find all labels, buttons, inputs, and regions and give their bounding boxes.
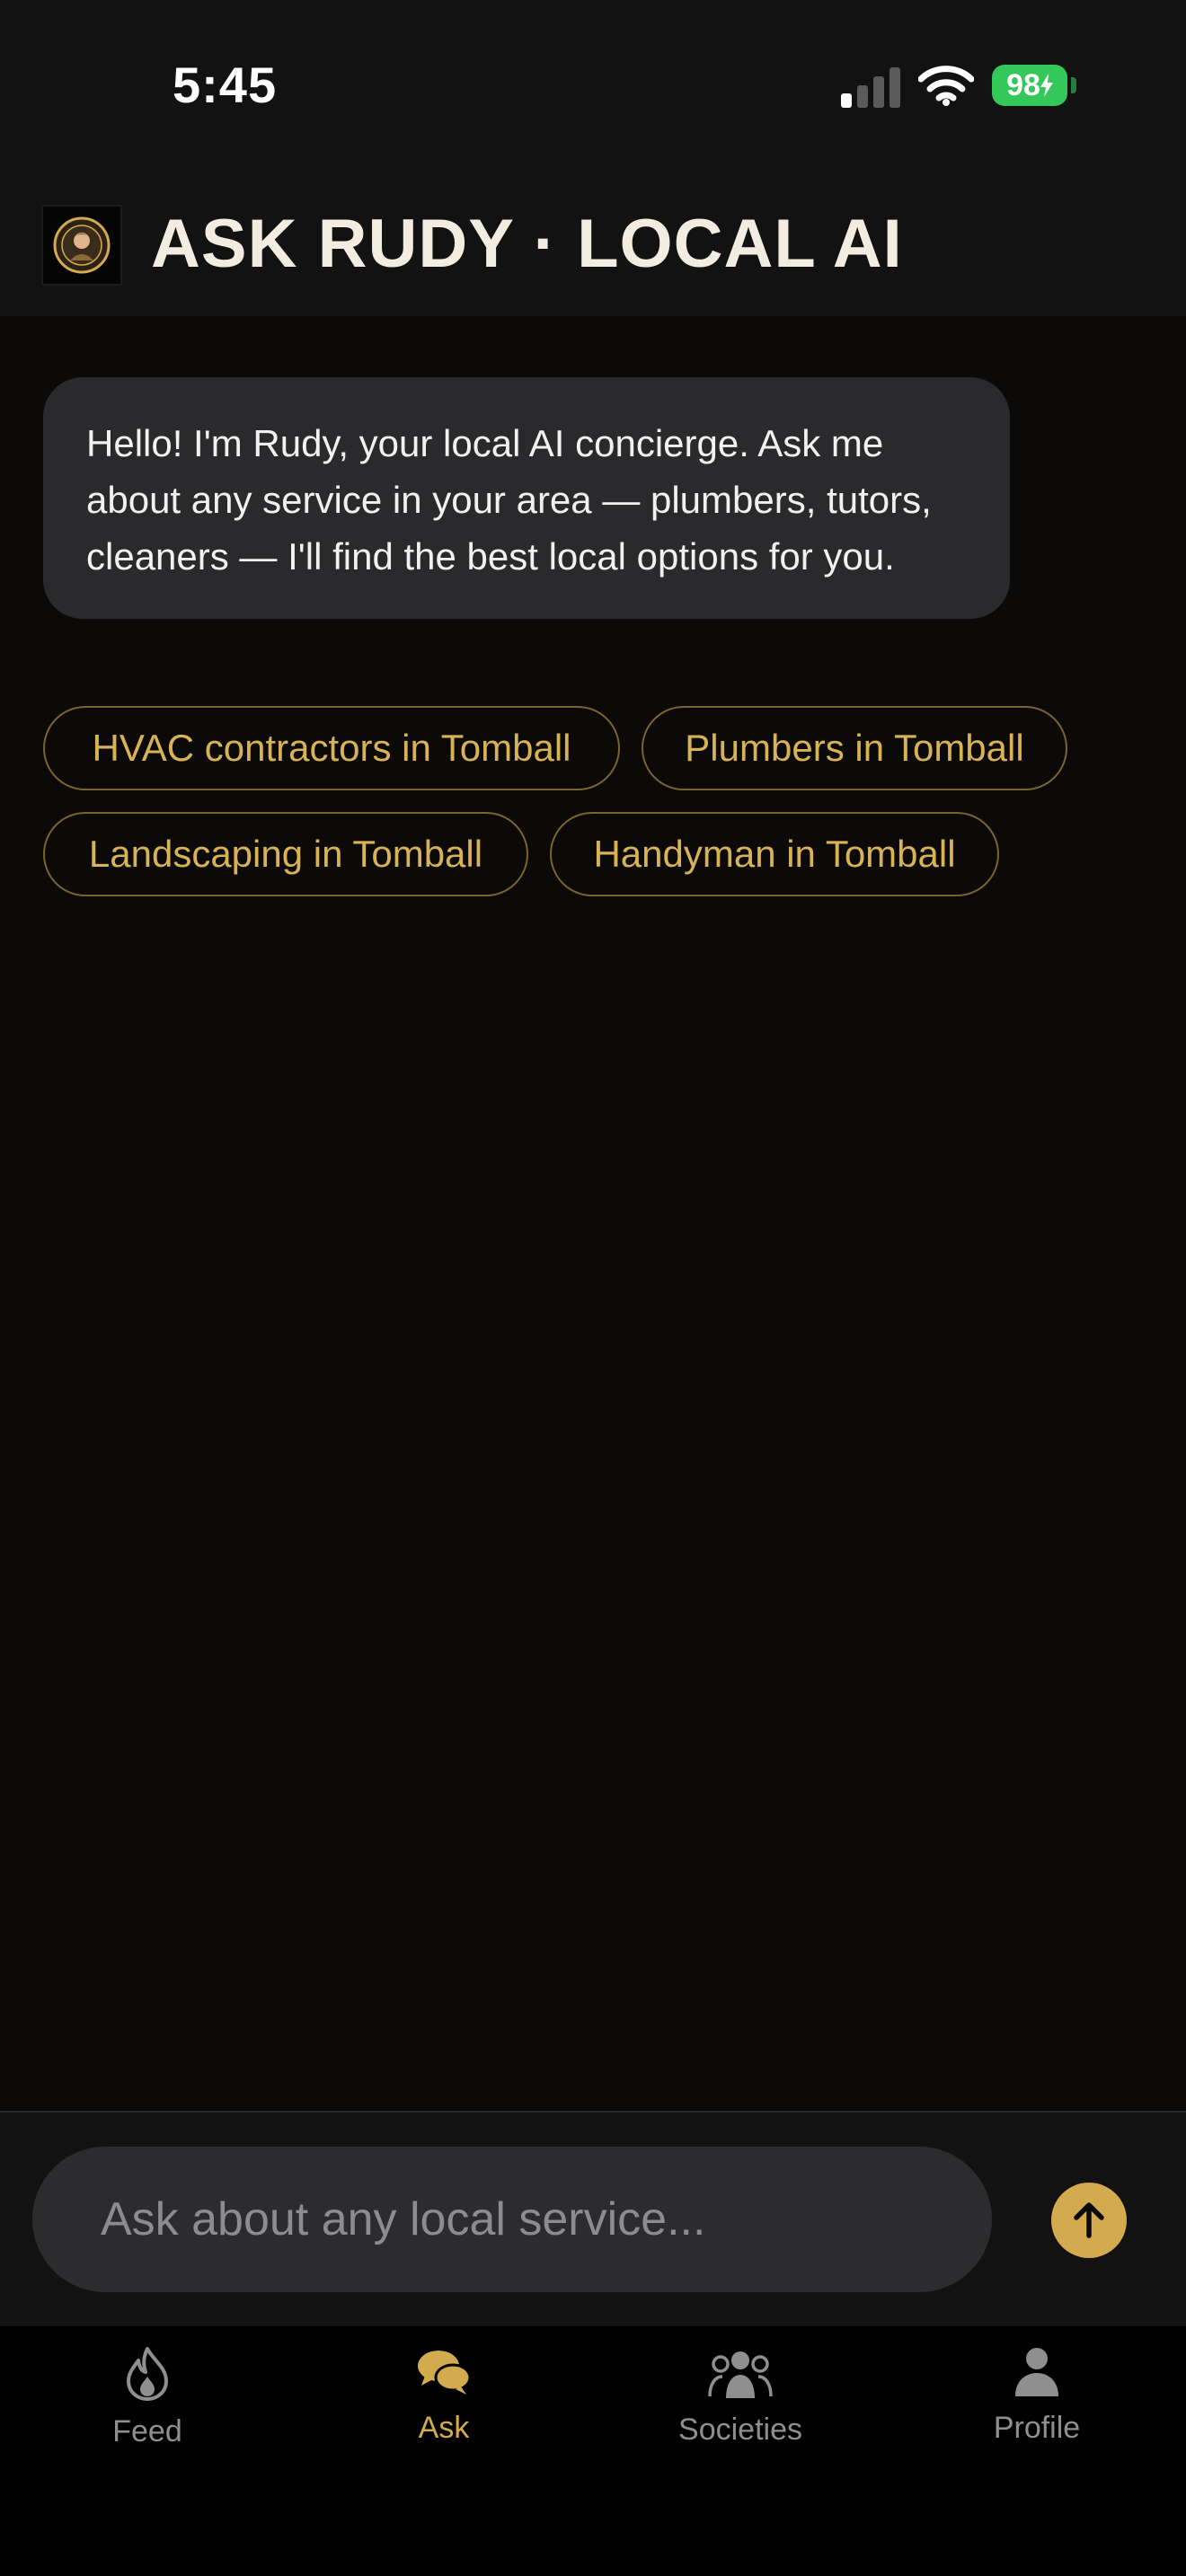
wifi-icon bbox=[918, 66, 974, 106]
tab-feed[interactable]: Feed bbox=[49, 2346, 246, 2454]
group-icon bbox=[708, 2351, 773, 2398]
status-time: 5:45 bbox=[173, 57, 278, 113]
message-input[interactable] bbox=[99, 2192, 992, 2247]
message-input-container[interactable] bbox=[32, 2147, 992, 2292]
tab-societies[interactable]: Societies bbox=[642, 2346, 839, 2454]
battery-tip bbox=[1071, 77, 1076, 93]
suggestion-chip-landscaping[interactable]: Landscaping in Tomball bbox=[43, 812, 528, 896]
battery-level: 98 bbox=[1006, 67, 1040, 102]
assistant-message-bubble: Hello! I'm Rudy, your local AI concierge… bbox=[43, 377, 1010, 619]
suggestion-chip-plumbers[interactable]: Plumbers in Tomball bbox=[642, 706, 1067, 790]
chat-bubbles-icon bbox=[418, 2351, 472, 2395]
send-button[interactable] bbox=[1051, 2183, 1127, 2258]
person-icon bbox=[1015, 2348, 1058, 2396]
battery-charging-icon: 98 bbox=[992, 65, 1067, 106]
page-title: ASK RUDY · LOCAL AI bbox=[151, 206, 903, 282]
cellular-signal-icon bbox=[841, 67, 900, 108]
arrow-up-icon bbox=[1074, 2202, 1104, 2238]
bolt-icon bbox=[1040, 74, 1053, 97]
tab-ask-label: Ask bbox=[418, 2411, 470, 2445]
suggestion-chip-hvac[interactable]: HVAC contractors in Tomball bbox=[43, 706, 620, 790]
tab-profile[interactable]: Profile bbox=[938, 2346, 1136, 2454]
tab-feed-label: Feed bbox=[112, 2414, 182, 2448]
tab-ask[interactable]: Ask bbox=[345, 2346, 543, 2454]
suggestion-chip-handyman[interactable]: Handyman in Tomball bbox=[550, 812, 999, 896]
tab-societies-label: Societies bbox=[678, 2413, 802, 2447]
rudy-avatar-icon[interactable] bbox=[41, 205, 122, 286]
tab-profile-label: Profile bbox=[993, 2411, 1081, 2445]
flame-icon bbox=[127, 2347, 168, 2401]
